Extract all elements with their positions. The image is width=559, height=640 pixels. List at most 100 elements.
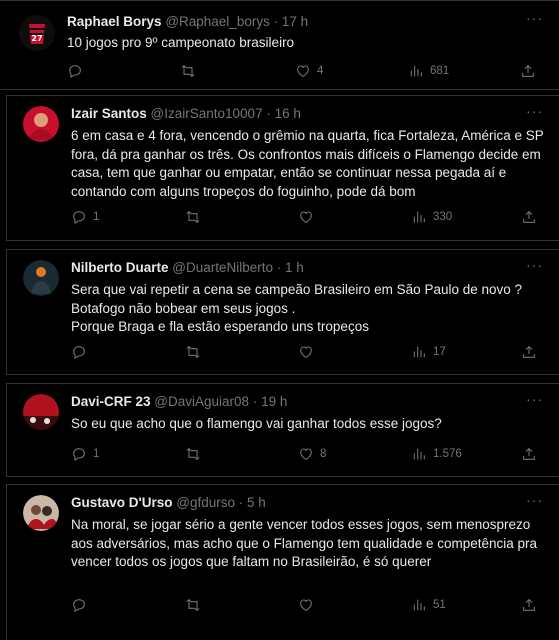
more-icon[interactable]: ··· xyxy=(526,104,543,118)
more-icon[interactable]: ··· xyxy=(526,11,543,25)
views-icon xyxy=(413,448,425,460)
more-icon[interactable]: ··· xyxy=(526,392,543,406)
tweet-text: 10 jogos pro 9º campeonato brasileiro xyxy=(67,35,295,50)
like-button[interactable]: 8 xyxy=(298,446,326,462)
views-icon xyxy=(410,65,422,77)
tweet-text: 6 em casa e 4 fora, vencendo o grêmio na… xyxy=(71,128,544,199)
like-icon xyxy=(300,211,312,223)
tweet-header: Nilberto Duarte @DuarteNilberto · 1 h xyxy=(71,259,304,277)
like-count: 4 xyxy=(317,65,324,77)
like-count: 8 xyxy=(320,448,327,460)
reply-icon xyxy=(73,448,85,461)
retweet-button[interactable] xyxy=(185,209,207,225)
reply-button[interactable] xyxy=(71,344,93,360)
tweet-text: Sera que vai repetir a cena se campeão B… xyxy=(71,282,523,334)
retweet-button[interactable] xyxy=(185,446,207,462)
share-button[interactable] xyxy=(520,63,536,79)
tweet-actions: 4 681 xyxy=(0,63,559,83)
avatar[interactable]: 27 xyxy=(19,15,55,51)
share-icon xyxy=(522,64,534,77)
tweet-header: Raphael Borys @Raphael_borys · 17 h xyxy=(67,13,308,31)
tweet-header: Davi-CRF 23 @DaviAguiar08 · 19 h xyxy=(71,393,287,411)
tweet-actions: 1 330 xyxy=(7,209,559,229)
like-icon xyxy=(300,599,312,611)
tweet-card[interactable]: Izair Santos @IzairSanto10007 · 16 h ···… xyxy=(6,95,559,241)
timestamp[interactable]: · 1 h xyxy=(277,260,304,275)
share-icon xyxy=(523,210,535,223)
display-name[interactable]: Gustavo D'Urso xyxy=(71,495,172,510)
user-handle[interactable]: @Raphael_borys xyxy=(165,14,270,29)
view-count: 681 xyxy=(430,65,450,77)
reply-icon xyxy=(69,65,81,78)
display-name[interactable]: Nilberto Duarte xyxy=(71,260,169,275)
avatar[interactable] xyxy=(23,495,59,531)
share-button[interactable] xyxy=(521,344,537,360)
like-button[interactable] xyxy=(298,209,320,225)
share-button[interactable] xyxy=(521,446,537,462)
tweet-card[interactable]: Davi-CRF 23 @DaviAguiar08 · 19 h ··· So … xyxy=(6,383,559,477)
retweet-icon xyxy=(186,447,200,461)
like-button[interactable]: 4 xyxy=(295,63,323,79)
like-icon xyxy=(300,448,312,460)
display-name[interactable]: Davi-CRF 23 xyxy=(71,394,151,409)
reply-count: 1 xyxy=(93,448,100,460)
avatar[interactable] xyxy=(23,106,59,142)
retweet-button[interactable] xyxy=(185,344,207,360)
display-name[interactable]: Izair Santos xyxy=(71,106,147,121)
tweet-actions: 17 xyxy=(7,344,559,364)
timestamp[interactable]: · 16 h xyxy=(266,106,301,121)
retweet-button[interactable] xyxy=(185,597,207,613)
more-icon[interactable]: ··· xyxy=(526,258,543,272)
user-handle[interactable]: @gfdurso xyxy=(176,495,235,510)
like-icon xyxy=(297,65,309,77)
views-button[interactable]: 51 xyxy=(411,597,446,613)
view-count: 17 xyxy=(433,346,446,358)
share-icon xyxy=(523,345,535,358)
reply-icon xyxy=(73,599,85,612)
views-button[interactable]: 681 xyxy=(408,63,449,79)
tweet-card[interactable]: Nilberto Duarte @DuarteNilberto · 1 h ··… xyxy=(6,249,559,375)
reply-button[interactable]: 1 xyxy=(71,446,99,462)
user-handle[interactable]: @DaviAguiar08 xyxy=(154,394,249,409)
svg-text:27: 27 xyxy=(31,34,42,43)
reply-count: 1 xyxy=(93,211,100,223)
share-button[interactable] xyxy=(521,597,537,613)
share-button[interactable] xyxy=(521,209,537,225)
tweet-header: Gustavo D'Urso @gfdurso · 5 h xyxy=(71,494,266,512)
retweet-icon xyxy=(186,598,200,612)
avatar[interactable] xyxy=(23,260,59,296)
tweet-card[interactable]: 27 Raphael Borys @Raphael_borys · 17 h ·… xyxy=(0,0,559,90)
user-handle[interactable]: @DuarteNilberto xyxy=(172,260,273,275)
avatar[interactable] xyxy=(23,394,59,430)
views-icon xyxy=(413,599,425,611)
retweet-icon xyxy=(186,210,200,224)
view-count: 51 xyxy=(433,599,446,611)
views-icon xyxy=(413,211,425,223)
reply-button[interactable]: 1 xyxy=(71,209,99,225)
views-button[interactable]: 17 xyxy=(411,344,446,360)
share-icon xyxy=(523,447,535,460)
like-button[interactable] xyxy=(298,597,320,613)
tweet-card[interactable]: Gustavo D'Urso @gfdurso · 5 h ··· Na mor… xyxy=(6,484,559,640)
tweet-header: Izair Santos @IzairSanto10007 · 16 h xyxy=(71,105,301,123)
views-button[interactable]: 330 xyxy=(411,209,452,225)
reply-button[interactable] xyxy=(71,597,93,613)
timestamp[interactable]: · 19 h xyxy=(253,394,288,409)
reply-icon xyxy=(73,211,85,224)
timestamp[interactable]: · 5 h xyxy=(239,495,266,510)
retweet-icon xyxy=(181,64,195,78)
like-icon xyxy=(300,346,312,358)
more-icon[interactable]: ··· xyxy=(526,493,543,507)
user-handle[interactable]: @IzairSanto10007 xyxy=(151,106,263,121)
view-count: 1.576 xyxy=(433,448,462,460)
views-icon xyxy=(413,346,425,358)
retweet-button[interactable] xyxy=(180,63,202,79)
display-name[interactable]: Raphael Borys xyxy=(67,14,162,29)
tweet-actions: 1 8 1.576 xyxy=(7,446,559,466)
like-button[interactable] xyxy=(298,344,320,360)
views-button[interactable]: 1.576 xyxy=(411,446,462,462)
reply-button[interactable] xyxy=(67,63,89,79)
timestamp[interactable]: · 17 h xyxy=(274,14,309,29)
tweet-actions: 51 xyxy=(7,597,559,617)
reply-icon xyxy=(73,346,85,359)
